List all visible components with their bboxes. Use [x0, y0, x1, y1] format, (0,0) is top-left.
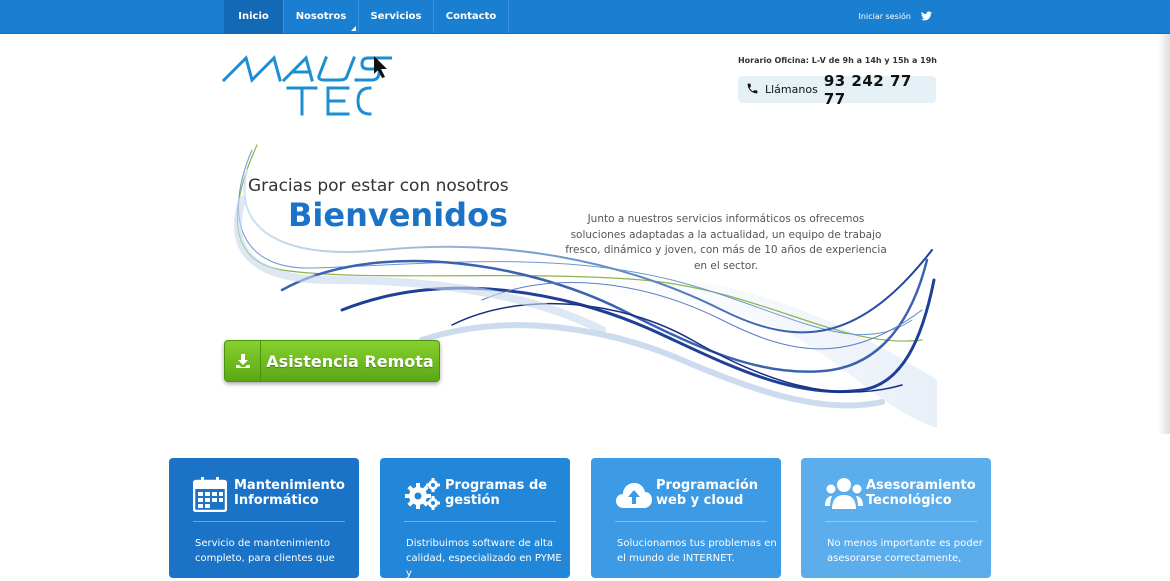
nav-item-inicio[interactable]: Inicio: [224, 0, 284, 33]
call-label: Llámanos: [765, 83, 818, 96]
call-box[interactable]: Llámanos 93 242 77 77: [738, 72, 936, 108]
cloud-upload-icon: [615, 476, 652, 512]
card-divider: [825, 521, 977, 522]
nav-item-label: Servicios: [370, 11, 422, 22]
card-title: Asesoramiento Tecnológico: [866, 478, 976, 508]
card-title: Mantenimiento Informático: [234, 478, 345, 508]
nav-item-label: Inicio: [238, 11, 269, 22]
card-divider: [193, 521, 345, 522]
service-card-programacion[interactable]: Programación web y cloud Solucionamos tu…: [591, 458, 781, 578]
service-card-programas[interactable]: Programas de gestión Distribuimos softwa…: [380, 458, 570, 579]
hero-subtitle: Gracias por estar con nosotros: [248, 176, 509, 196]
hero-description: Junto a nuestros servicios informáticos …: [565, 213, 887, 272]
top-navbar: Inicio Nosotros Servicios Contacto Inici…: [0, 0, 1170, 34]
main-menu: Inicio Nosotros Servicios Contacto: [224, 0, 509, 33]
phone-number: 93 242 77 77: [823, 71, 912, 108]
maustec-logo[interactable]: [221, 52, 400, 120]
page-edge: [1158, 34, 1170, 434]
twitter-icon[interactable]: [921, 10, 932, 23]
hero-title: Bienvenidos: [288, 196, 509, 234]
card-text: Servicio de mantenimiento completo, para…: [195, 538, 335, 564]
login-link[interactable]: Iniciar sesión: [859, 12, 911, 21]
card-title: Programación web y cloud: [656, 478, 759, 508]
gears-icon: [404, 476, 440, 512]
nav-item-servicios[interactable]: Servicios: [359, 0, 434, 33]
card-divider: [615, 521, 767, 522]
remote-assistance-button[interactable]: Asistencia Remota: [224, 340, 440, 382]
phone-icon: [746, 80, 759, 99]
remote-assistance-label: Asistencia Remota: [266, 351, 434, 371]
service-card-mantenimiento[interactable]: Mantenimiento Informático Servicio de ma…: [169, 458, 359, 578]
nav-right: Iniciar sesión: [859, 0, 932, 33]
users-icon: [825, 476, 863, 512]
dropdown-caret-icon: [351, 26, 356, 31]
card-text: Distribuimos software de alta calidad, e…: [406, 538, 562, 579]
nav-item-nosotros[interactable]: Nosotros: [284, 0, 359, 33]
card-text: No menos importante es poder asesorarse …: [827, 538, 983, 564]
nav-item-label: Contacto: [445, 11, 497, 22]
card-title: Programas de gestión: [445, 478, 548, 508]
calendar-icon: [192, 476, 229, 513]
nav-item-label: Nosotros: [295, 11, 347, 22]
nav-item-contacto[interactable]: Contacto: [434, 0, 509, 33]
service-card-asesoramiento[interactable]: Asesoramiento Tecnológico No menos impor…: [801, 458, 991, 578]
download-icon: [225, 341, 261, 381]
card-divider: [404, 521, 556, 522]
card-text: Solucionamos tus problemas en el mundo d…: [617, 538, 777, 564]
office-hours: Horario Oficina: L-V de 9h a 14h y 15h a…: [737, 56, 937, 65]
